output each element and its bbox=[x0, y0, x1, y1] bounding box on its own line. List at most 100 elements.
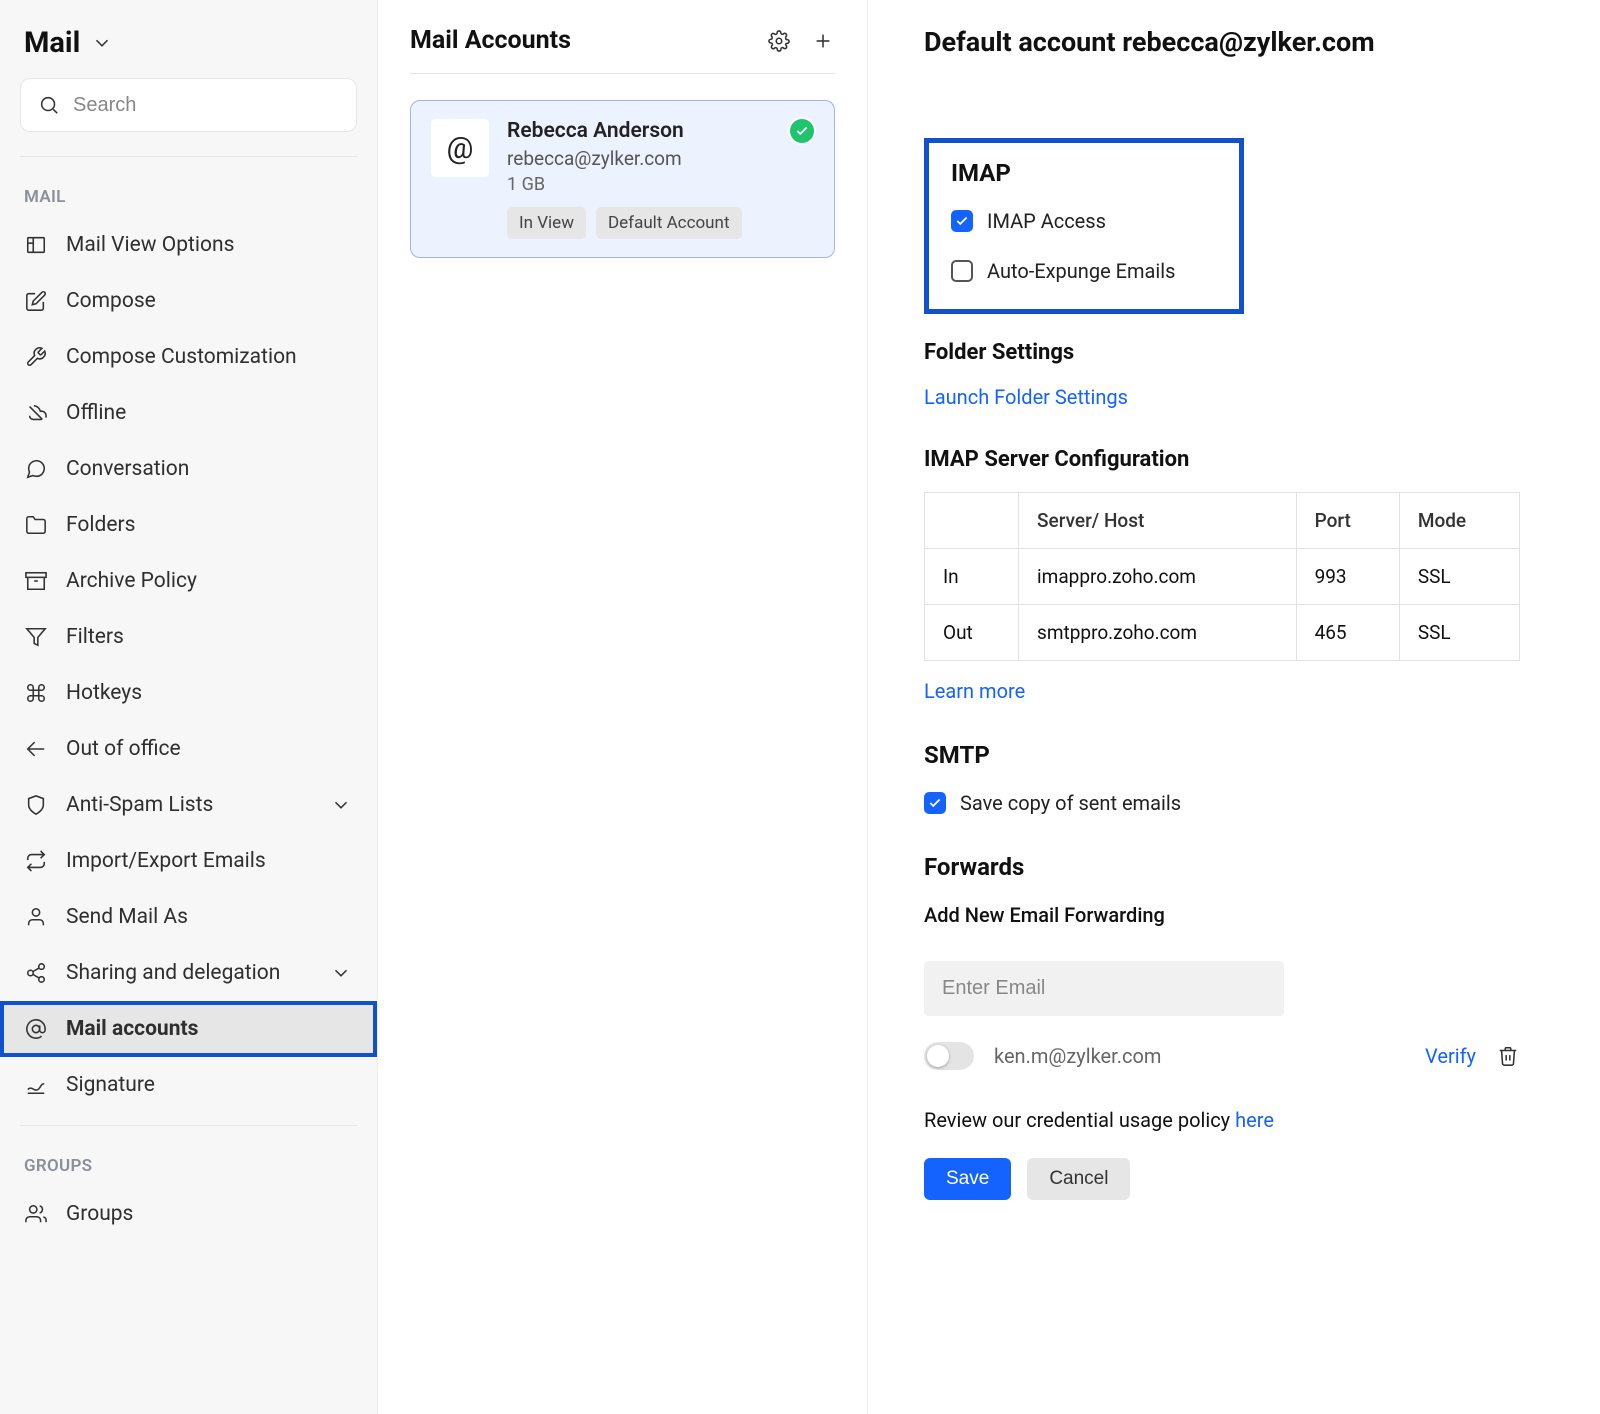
table-header: Server/ Host bbox=[1019, 493, 1297, 549]
section-label-groups: GROUPS bbox=[0, 1138, 377, 1186]
chevron-down-icon bbox=[329, 961, 353, 985]
nav-label: Send Mail As bbox=[66, 905, 188, 929]
table-cell: In bbox=[925, 549, 1019, 605]
accounts-column: Mail Accounts @ Rebecca Anderson rebecca… bbox=[378, 0, 868, 1414]
table-cell: 465 bbox=[1296, 605, 1399, 661]
trash-icon[interactable] bbox=[1496, 1044, 1520, 1068]
section-label-mail: MAIL bbox=[0, 169, 377, 217]
command-icon bbox=[24, 681, 48, 705]
forwarding-email-input[interactable] bbox=[924, 961, 1284, 1016]
verify-link[interactable]: Verify bbox=[1425, 1044, 1476, 1068]
checkbox-checked-icon bbox=[951, 210, 973, 232]
nav-label: Offline bbox=[66, 401, 126, 425]
table-cell: Out bbox=[925, 605, 1019, 661]
app-title: Mail bbox=[24, 26, 80, 60]
at-icon bbox=[24, 1017, 48, 1041]
sidebar-item-groups[interactable]: Groups bbox=[0, 1186, 377, 1242]
sidebar-item-sharing-delegation[interactable]: Sharing and delegation bbox=[0, 945, 377, 1001]
nav-label: Mail accounts bbox=[66, 1017, 198, 1041]
search-input[interactable] bbox=[73, 94, 340, 117]
imap-access-checkbox[interactable]: IMAP Access bbox=[951, 209, 1217, 233]
table-cell: 993 bbox=[1296, 549, 1399, 605]
plane-icon bbox=[24, 737, 48, 761]
accounts-title: Mail Accounts bbox=[410, 26, 571, 55]
table-cell: SSL bbox=[1399, 605, 1519, 661]
layout-icon bbox=[24, 233, 48, 257]
cloud-off-icon bbox=[24, 401, 48, 425]
sidebar-item-send-mail-as[interactable]: Send Mail As bbox=[0, 889, 377, 945]
sidebar-header[interactable]: Mail bbox=[0, 0, 377, 78]
sidebar-item-folders[interactable]: Folders bbox=[0, 497, 377, 553]
sidebar-item-import-export[interactable]: Import/Export Emails bbox=[0, 833, 377, 889]
policy-link[interactable]: here bbox=[1235, 1108, 1274, 1132]
nav-label: Compose Customization bbox=[66, 345, 297, 369]
sidebar-item-compose-customization[interactable]: Compose Customization bbox=[0, 329, 377, 385]
sidebar-item-anti-spam-lists[interactable]: Anti-Spam Lists bbox=[0, 777, 377, 833]
nav-label: Sharing and delegation bbox=[66, 961, 280, 985]
search-icon bbox=[37, 93, 61, 117]
sidebar-item-mail-accounts[interactable]: Mail accounts bbox=[0, 1001, 377, 1057]
divider bbox=[20, 1125, 357, 1126]
sidebar-item-out-of-office[interactable]: Out of office bbox=[0, 721, 377, 777]
table-row: Out smtppro.zoho.com 465 SSL bbox=[925, 605, 1520, 661]
nav-label: Anti-Spam Lists bbox=[66, 793, 213, 817]
smtp-heading: SMTP bbox=[924, 741, 1544, 769]
learn-more-link[interactable]: Learn more bbox=[924, 679, 1025, 703]
sidebar-item-compose[interactable]: Compose bbox=[0, 273, 377, 329]
chevron-down-icon bbox=[329, 793, 353, 817]
sidebar-item-signature[interactable]: Signature bbox=[0, 1057, 377, 1113]
transfer-icon bbox=[24, 849, 48, 873]
table-header bbox=[925, 493, 1019, 549]
account-size: 1 GB bbox=[507, 174, 742, 195]
folder-settings-heading: Folder Settings bbox=[924, 340, 1544, 365]
table-cell: smtppro.zoho.com bbox=[1019, 605, 1297, 661]
folder-icon bbox=[24, 513, 48, 537]
plus-icon[interactable] bbox=[811, 29, 835, 53]
table-header: Port bbox=[1296, 493, 1399, 549]
imap-heading: IMAP bbox=[951, 159, 1217, 187]
sidebar: Mail MAIL Mail View Options Compose bbox=[0, 0, 378, 1414]
checkbox-label: Auto-Expunge Emails bbox=[987, 259, 1175, 283]
auto-expunge-checkbox[interactable]: Auto-Expunge Emails bbox=[951, 259, 1217, 283]
compose-icon bbox=[24, 289, 48, 313]
chat-icon bbox=[24, 457, 48, 481]
sidebar-item-filters[interactable]: Filters bbox=[0, 609, 377, 665]
forwarding-entry-email: ken.m@zylker.com bbox=[994, 1044, 1405, 1068]
nav-label: Archive Policy bbox=[66, 569, 197, 593]
divider bbox=[20, 156, 357, 157]
nav-label: Mail View Options bbox=[66, 233, 234, 257]
account-email: rebecca@zylker.com bbox=[507, 147, 742, 170]
checkbox-label: Save copy of sent emails bbox=[960, 791, 1181, 815]
nav-list-groups: Groups bbox=[0, 1186, 377, 1242]
check-badge-icon bbox=[788, 117, 816, 145]
sidebar-item-offline[interactable]: Offline bbox=[0, 385, 377, 441]
imap-highlight-box: IMAP IMAP Access Auto-Expunge Emails bbox=[924, 138, 1244, 314]
filter-icon bbox=[24, 625, 48, 649]
launch-folder-settings-link[interactable]: Launch Folder Settings bbox=[924, 385, 1128, 409]
checkbox-unchecked-icon bbox=[951, 260, 973, 282]
archive-icon bbox=[24, 569, 48, 593]
search-input-wrap[interactable] bbox=[20, 78, 357, 132]
signature-icon bbox=[24, 1073, 48, 1097]
policy-text: Review our credential usage policy here bbox=[924, 1108, 1544, 1132]
save-copy-checkbox[interactable]: Save copy of sent emails bbox=[924, 791, 1544, 815]
nav-label: Folders bbox=[66, 513, 135, 537]
forwarding-toggle[interactable] bbox=[924, 1042, 974, 1070]
sidebar-item-archive-policy[interactable]: Archive Policy bbox=[0, 553, 377, 609]
table-cell: SSL bbox=[1399, 549, 1519, 605]
sidebar-item-hotkeys[interactable]: Hotkeys bbox=[0, 665, 377, 721]
cancel-button[interactable]: Cancel bbox=[1027, 1158, 1130, 1200]
checkbox-label: IMAP Access bbox=[987, 209, 1106, 233]
account-card[interactable]: @ Rebecca Anderson rebecca@zylker.com 1 … bbox=[410, 100, 835, 258]
save-button[interactable]: Save bbox=[924, 1158, 1011, 1200]
shield-icon bbox=[24, 793, 48, 817]
nav-label: Compose bbox=[66, 289, 156, 313]
gear-icon[interactable] bbox=[767, 29, 791, 53]
nav-label: Out of office bbox=[66, 737, 181, 761]
sidebar-item-conversation[interactable]: Conversation bbox=[0, 441, 377, 497]
nav-label: Signature bbox=[66, 1073, 155, 1097]
nav-label: Filters bbox=[66, 625, 124, 649]
tools-icon bbox=[24, 345, 48, 369]
sidebar-item-mail-view-options[interactable]: Mail View Options bbox=[0, 217, 377, 273]
detail-title: Default account rebecca@zylker.com bbox=[924, 26, 1544, 58]
